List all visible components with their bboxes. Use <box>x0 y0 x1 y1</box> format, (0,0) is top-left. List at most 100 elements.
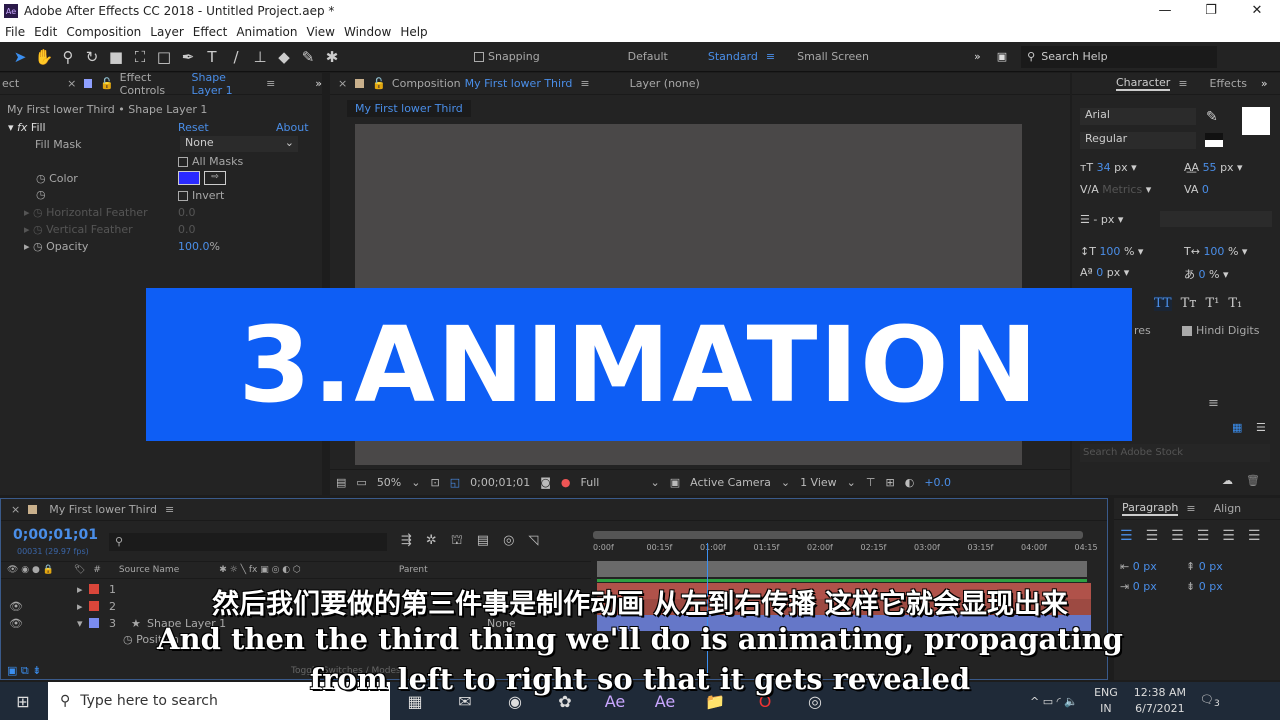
set-black-white-icon[interactable] <box>1205 133 1223 147</box>
trash-icon[interactable]: 🗑 <box>1246 474 1260 487</box>
font-family-dropdown[interactable]: Arial <box>1080 108 1196 125</box>
tsume-field[interactable]: あ 0 % ▾ <box>1184 266 1228 282</box>
vertical-feather-value[interactable]: 0.0 <box>178 223 196 236</box>
eyedropper-icon[interactable]: ⇨ <box>204 171 226 185</box>
space-before-field[interactable]: ⇞ 0 px <box>1186 560 1223 573</box>
motion-blur-icon[interactable]: ◎ <box>503 533 514 550</box>
pan-behind-tool-icon[interactable]: ⛶ <box>128 48 152 66</box>
fill-color-swatch[interactable] <box>1242 107 1270 135</box>
close-tab-icon[interactable]: × <box>11 503 20 516</box>
project-tab[interactable]: ect <box>2 77 19 90</box>
reset-exposure-icon[interactable]: ◐ <box>905 476 915 489</box>
magnification-dropdown[interactable]: 50% <box>377 476 401 489</box>
rotate-tool-icon[interactable]: ↻ <box>80 48 104 66</box>
search-help-input[interactable]: ⚲ Search Help <box>1021 45 1218 68</box>
font-size-field[interactable]: ᴛT 34 px ▾ <box>1080 161 1137 174</box>
paragraph-tab[interactable]: Paragraph <box>1122 501 1179 516</box>
effects-presets-tab[interactable]: Effects <box>1210 77 1247 90</box>
align-right-icon[interactable]: ☰ <box>1171 528 1184 544</box>
menu-help[interactable]: Help <box>400 25 427 39</box>
all-masks-checkbox[interactable]: All Masks <box>178 155 243 168</box>
adobe-stock-search-input[interactable]: Search Adobe Stock <box>1080 444 1270 462</box>
more-panels-icon[interactable]: » <box>1261 77 1268 90</box>
about-link[interactable]: About <box>276 121 309 134</box>
subscript-button[interactable]: T₁ <box>1228 296 1242 311</box>
more-panels-icon[interactable]: » <box>315 77 322 90</box>
opacity-field[interactable]: 100.0% <box>178 240 220 253</box>
close-tab-icon[interactable]: × <box>67 77 76 90</box>
vertical-scale-field[interactable]: ↕T 100 % ▾ <box>1080 245 1143 258</box>
comp-flowchart-tab[interactable]: My First lower Third <box>347 100 471 117</box>
stroke-style-dropdown[interactable] <box>1160 211 1272 227</box>
minimize-button[interactable]: — <box>1142 0 1188 22</box>
channel-icon[interactable]: ● <box>561 476 571 489</box>
zoom-tool-icon[interactable]: ⚲ <box>56 48 80 66</box>
resolution-dropdown[interactable]: Full <box>581 476 641 489</box>
puppet-pin-tool-icon[interactable]: ✱ <box>320 48 344 66</box>
panel-menu-icon[interactable]: ≡ <box>1178 77 1187 90</box>
timeline-tab[interactable]: My First lower Third <box>49 503 157 516</box>
workspace-menu-icon[interactable]: ≡ <box>766 50 775 63</box>
color-swatch[interactable] <box>178 171 200 185</box>
comp-mini-flowchart-icon[interactable]: ⇶ <box>401 533 412 550</box>
close-tab-icon[interactable]: × <box>338 77 347 90</box>
clone-stamp-tool-icon[interactable]: ⊥ <box>248 48 272 66</box>
region-of-interest-icon[interactable]: ⊡ <box>430 476 439 489</box>
opacity-property[interactable]: ▸ ◷ Opacity <box>24 240 88 253</box>
shy-layers-icon[interactable]: ⛫ <box>451 533 463 550</box>
graph-editor-icon[interactable]: ◹ <box>528 533 538 550</box>
brush-tool-icon[interactable]: / <box>224 48 248 66</box>
source-name-header[interactable]: Source Name <box>119 565 179 575</box>
panel-menu-icon[interactable]: ≡ <box>165 503 174 516</box>
grid-view-icon[interactable]: ▦ <box>1232 421 1242 434</box>
align-center-icon[interactable]: ☰ <box>1146 528 1159 544</box>
menu-animation[interactable]: Animation <box>236 25 297 39</box>
panel-menu-icon[interactable]: ≡ <box>266 77 275 90</box>
menu-file[interactable]: File <box>5 25 25 39</box>
view-layout-dropdown[interactable]: 1 View <box>800 476 837 489</box>
align-left-icon[interactable]: ☰ <box>1120 528 1133 544</box>
frame-blending-icon[interactable]: ▤ <box>477 533 489 550</box>
justify-left-icon[interactable]: ☰ <box>1197 528 1210 544</box>
text-tool-icon[interactable]: T <box>200 48 224 66</box>
opacity-value[interactable]: 100.0 <box>178 240 210 253</box>
tracking-field[interactable]: VA 0 <box>1184 183 1209 196</box>
workspace-default[interactable]: Default <box>628 50 668 63</box>
maximize-button[interactable]: ❐ <box>1188 0 1234 22</box>
more-workspaces-icon[interactable]: » <box>974 50 981 63</box>
menu-edit[interactable]: Edit <box>34 25 57 39</box>
invert-checkbox[interactable]: Invert <box>178 189 224 202</box>
fill-mask-dropdown[interactable]: None ⌄ <box>180 136 298 152</box>
sync-settings-icon[interactable]: ▣ <box>997 50 1007 63</box>
snapshot-icon[interactable]: ◙ <box>540 476 551 489</box>
kerning-field[interactable]: V/A Metrics ▾ <box>1080 183 1151 196</box>
eraser-tool-icon[interactable]: ◆ <box>272 48 296 66</box>
baseline-shift-field[interactable]: Aª 0 px ▾ <box>1080 266 1129 279</box>
workspace-small-screen[interactable]: Small Screen <box>797 50 869 63</box>
workspace-standard[interactable]: Standard <box>708 50 758 63</box>
font-style-dropdown[interactable]: Regular <box>1080 132 1196 149</box>
parent-header[interactable]: Parent <box>399 565 428 575</box>
draft-3d-icon[interactable]: ✲ <box>426 533 437 550</box>
toggle-pixel-aspect-icon[interactable]: ⊤ <box>866 476 876 489</box>
hindi-digits-checkbox[interactable]: Hindi Digits <box>1182 324 1259 337</box>
system-tray-icons[interactable]: ^ ▭ ◜ 🔈 <box>1030 695 1078 708</box>
justify-center-icon[interactable]: ☰ <box>1222 528 1235 544</box>
vertical-feather-property[interactable]: ▸ ◷ Vertical Feather <box>24 223 133 236</box>
superscript-button[interactable]: T¹ <box>1205 296 1219 311</box>
exposure-value[interactable]: +0.0 <box>924 476 951 489</box>
menu-window[interactable]: Window <box>344 25 391 39</box>
camera-tool-icon[interactable]: ■ <box>104 48 128 66</box>
lock-icon[interactable]: 🔓 <box>372 77 386 90</box>
character-tab[interactable]: Character <box>1116 76 1171 91</box>
eyedropper-icon[interactable]: ✎ <box>1206 109 1218 125</box>
menu-view[interactable]: View <box>307 25 335 39</box>
timeline-search-input[interactable]: ⚲ <box>109 533 387 551</box>
creative-cloud-icon[interactable]: ☁ <box>1222 474 1233 487</box>
transparency-grid-icon[interactable]: ◱ <box>450 476 460 489</box>
all-caps-button[interactable]: TT <box>1154 296 1172 311</box>
fill-effect-header[interactable]: ▾ fx Fill <box>8 121 46 134</box>
pen-tool-icon[interactable]: ✒ <box>176 48 200 66</box>
camera-dropdown[interactable]: Active Camera <box>690 476 771 489</box>
indent-left-field[interactable]: ⇤ 0 px <box>1120 560 1157 573</box>
